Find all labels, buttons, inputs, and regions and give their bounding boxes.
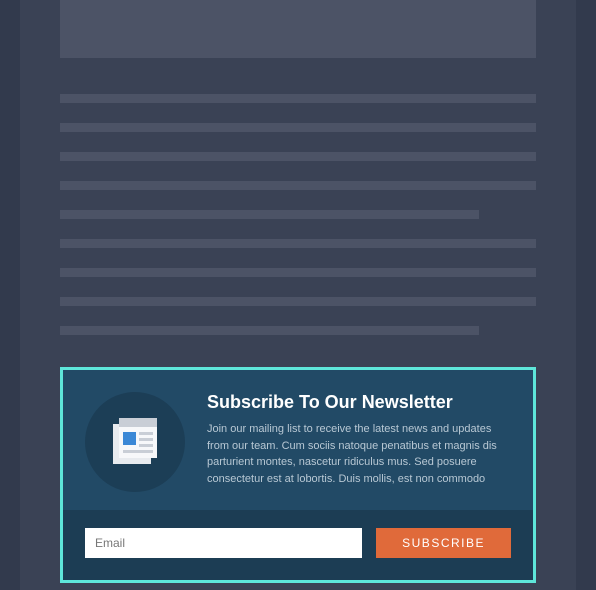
content-placeholder-line [60,152,536,161]
newsletter-form: SUBSCRIBE [63,510,533,580]
content-placeholder-line [60,94,536,103]
newsletter-card: Subscribe To Our Newsletter Join our mai… [60,367,536,583]
newsletter-top: Subscribe To Our Newsletter Join our mai… [63,370,533,510]
subscribe-button[interactable]: SUBSCRIBE [376,528,511,558]
content-placeholder-line [60,268,536,277]
newsletter-icon-wrap [85,392,185,492]
content-placeholder-box [60,0,536,58]
content-placeholder-line [60,297,536,306]
content-placeholder-line [60,326,479,335]
content-placeholder-line [60,181,536,190]
newsletter-text: Subscribe To Our Newsletter Join our mai… [207,392,511,487]
content-placeholder-line [60,123,536,132]
email-field[interactable] [85,528,362,558]
page-content: Subscribe To Our Newsletter Join our mai… [20,0,576,590]
content-placeholder-line [60,210,479,219]
content-placeholder-line [60,239,536,248]
newsletter-body: Join our mailing list to receive the lat… [207,421,511,487]
newsletter-title: Subscribe To Our Newsletter [207,392,511,413]
newspaper-icon [109,416,161,468]
